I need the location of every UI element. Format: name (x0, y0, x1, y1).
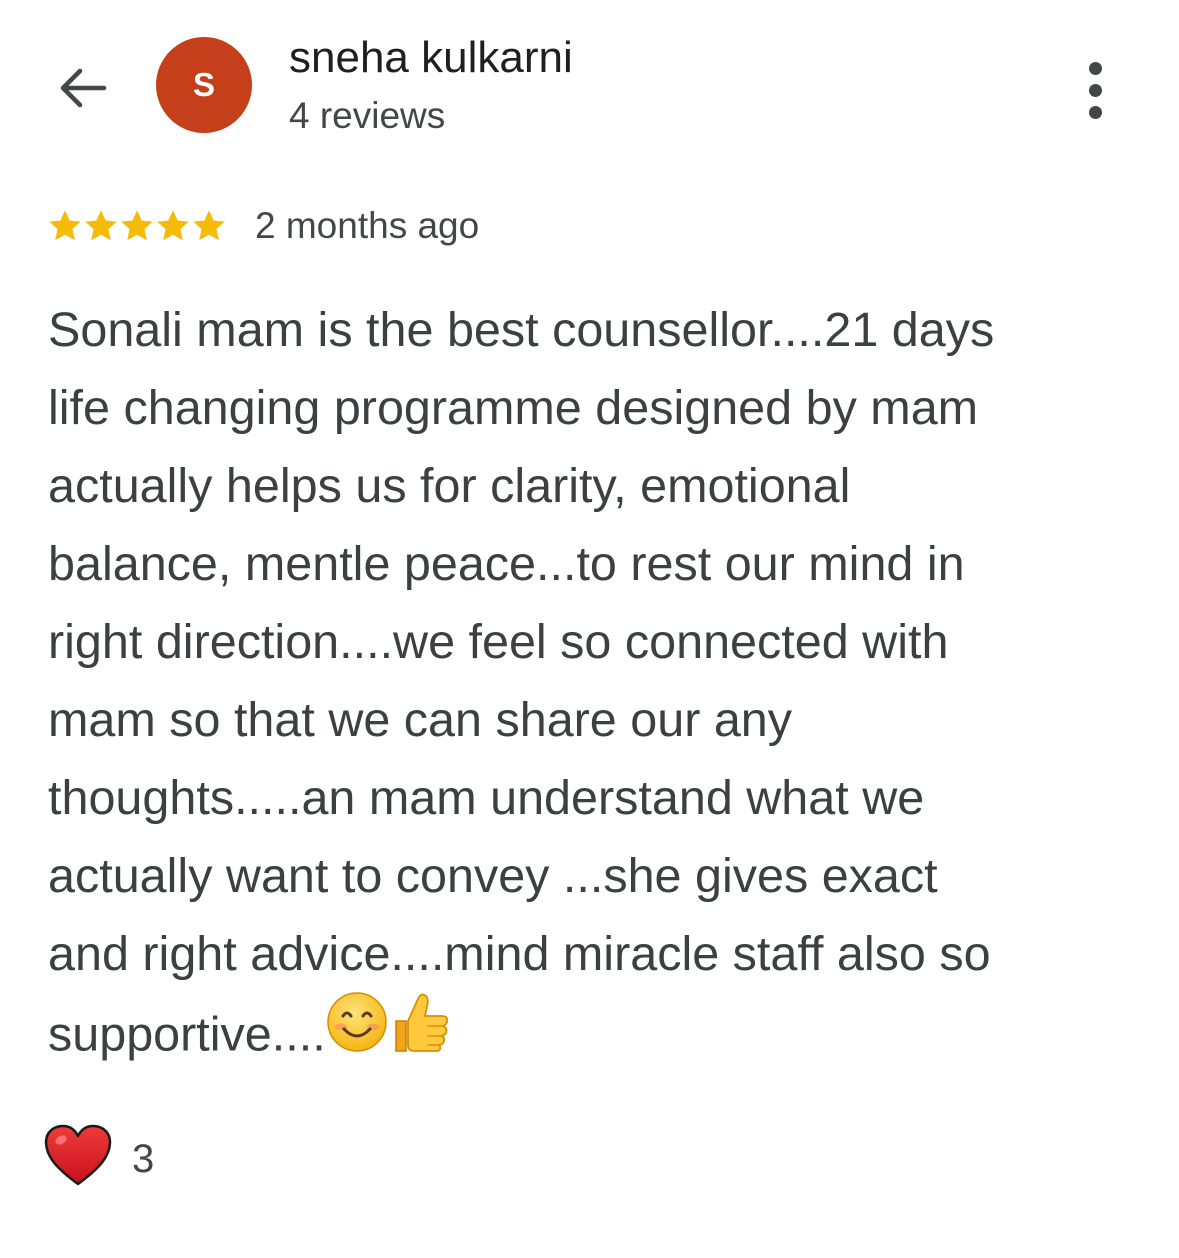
review-count[interactable]: 4 reviews (289, 92, 445, 140)
star-rating (47, 208, 227, 244)
review-text-line-content: mam so that we can share our any (48, 693, 793, 747)
smiling-face-emoji (326, 991, 388, 1076)
star-icon (49, 210, 81, 241)
thumbs-up-emoji (388, 989, 452, 1078)
star-icon (157, 210, 189, 241)
arrow-back-icon (56, 66, 108, 115)
review-text-line-content: right direction....we feel so connected … (48, 615, 949, 669)
review-text-line: mam so that we can share our any (48, 681, 1148, 759)
star-icon (121, 210, 153, 241)
red-heart-icon (44, 1124, 112, 1193)
like-button[interactable]: 3 (44, 1124, 154, 1193)
avatar[interactable]: S (156, 37, 252, 133)
review-text-line-content: balance, mentle peace...to rest our mind… (48, 537, 965, 591)
user-name[interactable]: sneha kulkarni (289, 30, 573, 86)
review-text-line-content: and right advice....mind miracle staff a… (48, 927, 991, 981)
review-text-line-content: supportive.... (48, 1007, 326, 1062)
review-text-line: actually want to convey ...she gives exa… (48, 837, 1148, 915)
more-vert-icon-dot (1088, 83, 1102, 97)
like-count: 3 (132, 1136, 155, 1181)
review-text-line-content: Sonali mam is the best counsellor....21 … (48, 303, 995, 357)
review-text-line: and right advice....mind miracle staff a… (48, 915, 1148, 993)
review-text-line-content: actually helps us for clarity, emotional (48, 459, 851, 513)
more-vert-icon-dot (1088, 105, 1102, 119)
more-vert-icon (1088, 61, 1102, 75)
review-text: Sonali mam is the best counsellor....21 … (48, 291, 1148, 1082)
review-text-line: supportive.... (48, 991, 1148, 1082)
review-text-line: balance, mentle peace...to rest our mind… (48, 525, 1148, 603)
review-text-line: life changing programme designed by mam (48, 369, 1148, 447)
review-text-line-content: life changing programme designed by mam (48, 381, 979, 435)
review-text-line: thoughts.....an mam understand what we (48, 759, 1148, 837)
rating-row: 2 months ago (47, 200, 479, 252)
review-date: 2 months ago (255, 205, 480, 246)
review-text-line-content: thoughts.....an mam understand what we (48, 771, 925, 825)
more-options-button[interactable] (1070, 60, 1120, 120)
review-text-line: Sonali mam is the best counsellor....21 … (48, 291, 1148, 369)
star-icon (85, 210, 117, 241)
review-text-line: right direction....we feel so connected … (48, 603, 1148, 681)
avatar-initial: S (192, 66, 215, 103)
review-text-line: actually helps us for clarity, emotional (48, 447, 1148, 525)
star-icon (193, 210, 225, 241)
back-button[interactable] (52, 62, 112, 118)
review-text-line-content: actually want to convey ...she gives exa… (48, 849, 938, 903)
